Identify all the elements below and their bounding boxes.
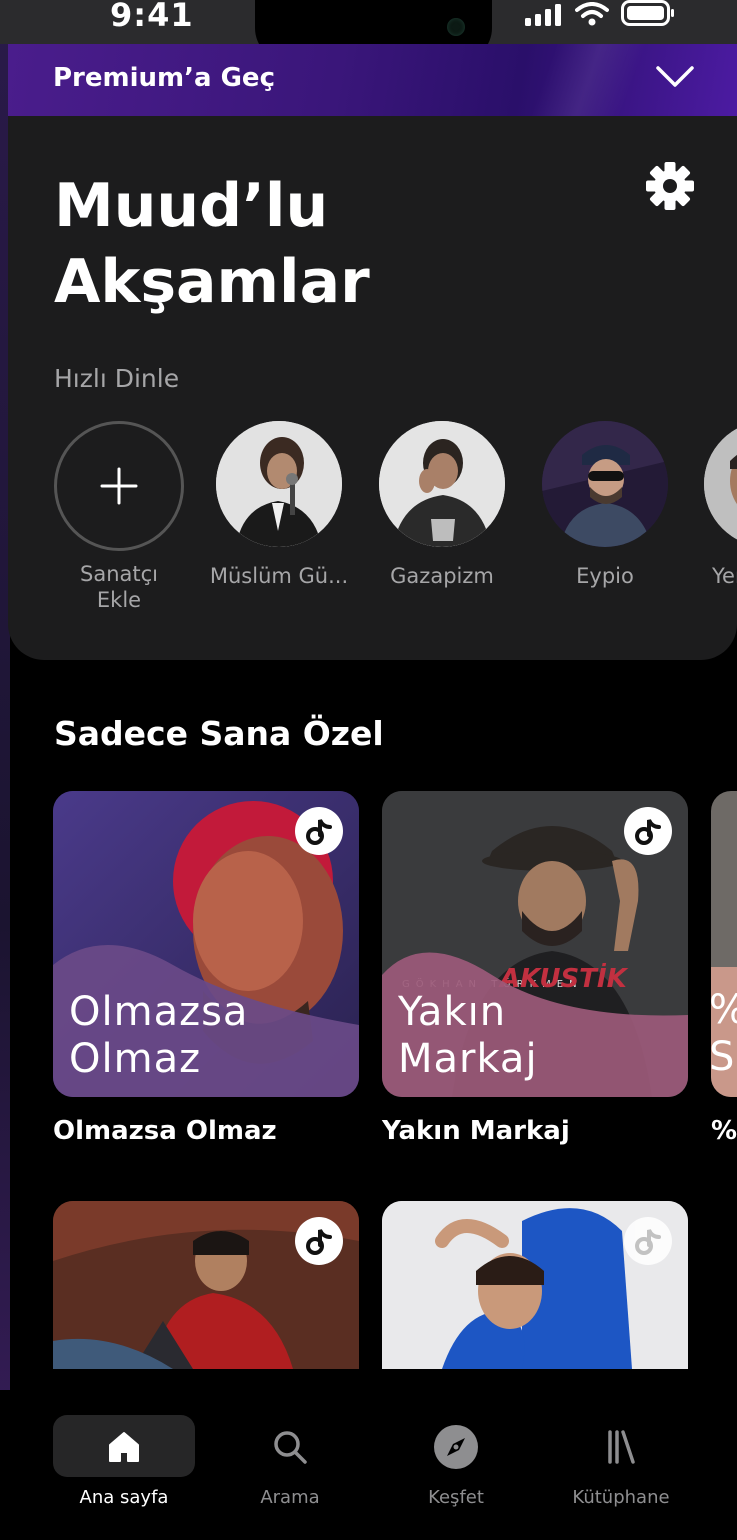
artist-item-muslum[interactable]: Müslüm Gü... [204, 421, 354, 589]
playlist-caption[interactable]: Yakın Markaj [382, 1116, 570, 1146]
playlist-caption[interactable]: Olmazsa Olmaz [53, 1116, 277, 1146]
wifi-icon [575, 2, 609, 26]
section-title: Sadece Sana Özel [54, 714, 384, 753]
artist-avatar [704, 421, 737, 547]
gear-icon [646, 162, 694, 210]
artist-avatar [216, 421, 342, 547]
tab-search[interactable]: Arama [219, 1415, 361, 1525]
library-icon [608, 1430, 635, 1464]
artist-item-partial[interactable]: Yer [692, 421, 737, 589]
playlist-card[interactable] [382, 1201, 688, 1369]
tab-library[interactable]: Kütüphane [550, 1415, 692, 1525]
plus-icon [100, 467, 138, 505]
artist-name: Yer [712, 564, 737, 588]
quick-listen-artists: Sanatçı Ekle Müslüm Gü... Gazapizm Eypio… [8, 421, 737, 631]
quick-listen-label: Hızlı Dinle [54, 364, 180, 393]
artist-name: Eypio [576, 564, 634, 588]
card-cover-line: Olmaz [69, 1036, 202, 1082]
artist-avatar [379, 421, 505, 547]
music-note-icon [295, 807, 343, 855]
tab-discover[interactable]: Keşfet [385, 1415, 527, 1525]
premium-label: Premium’a Geç [53, 63, 275, 93]
status-time: 9:41 [110, 0, 194, 34]
add-artist-label-line2: Ekle [96, 588, 142, 612]
signal-icon [525, 4, 561, 26]
tab-label: Kütüphane [572, 1487, 670, 1508]
card-cover-line: Olmazsa [69, 989, 249, 1035]
music-note-icon [295, 1217, 343, 1265]
settings-button[interactable] [644, 160, 696, 212]
playlist-caption[interactable]: %T [711, 1116, 737, 1146]
compass-icon [434, 1425, 478, 1469]
card-cover-line: Yakın [398, 989, 507, 1035]
camera-icon [447, 18, 465, 36]
music-note-icon [624, 1217, 672, 1265]
header-card: Muud’lu Akşamlar Hızlı Dinle Sanatçı Ekl… [8, 116, 737, 660]
artist-avatar [542, 421, 668, 547]
card-cover-line: % [711, 987, 737, 1034]
page-title: Muud’lu Akşamlar [54, 171, 370, 317]
artist-item-eypio[interactable]: Eypio [530, 421, 680, 589]
status-bar: 9:41 [0, 0, 737, 62]
battery-icon [621, 0, 674, 26]
search-icon [274, 1431, 307, 1464]
tab-home[interactable]: Ana sayfa [53, 1415, 195, 1525]
playlist-card[interactable]: GÖKHAN TÜRKMEN AKUSTİK Yakın Markaj [382, 791, 688, 1097]
playlist-card[interactable]: % S [711, 791, 737, 1097]
home-icon [109, 1432, 139, 1462]
playlist-card[interactable]: Olmazsa Olmaz [53, 791, 359, 1097]
premium-banner[interactable]: Premium’a Geç [8, 44, 737, 116]
tab-label: Ana sayfa [79, 1487, 169, 1508]
artist-name: Gazapizm [390, 564, 494, 588]
add-artist-label-line1: Sanatçı [80, 562, 158, 586]
music-note-icon [624, 807, 672, 855]
card-cover-text: Yakın Markaj [398, 989, 538, 1083]
tab-label: Arama [260, 1487, 320, 1508]
tab-label: Keşfet [428, 1487, 484, 1508]
card-cover-line: Markaj [398, 1036, 538, 1082]
card-cover-text: % S [711, 987, 737, 1081]
artist-item-gazapizm[interactable]: Gazapizm [367, 421, 517, 589]
status-icons [525, 0, 675, 26]
playlist-card[interactable] [53, 1201, 359, 1369]
bottom-tab-bar: Ana sayfa Arama Keşfet Kütüphane [0, 1390, 737, 1540]
add-artist-button[interactable]: Sanatçı Ekle [44, 421, 194, 613]
artist-name: Müslüm Gü... [209, 564, 349, 588]
chevron-down-icon[interactable] [655, 64, 695, 90]
card-cover-text: Olmazsa Olmaz [69, 989, 248, 1083]
card-cover-line: S [711, 1034, 735, 1080]
